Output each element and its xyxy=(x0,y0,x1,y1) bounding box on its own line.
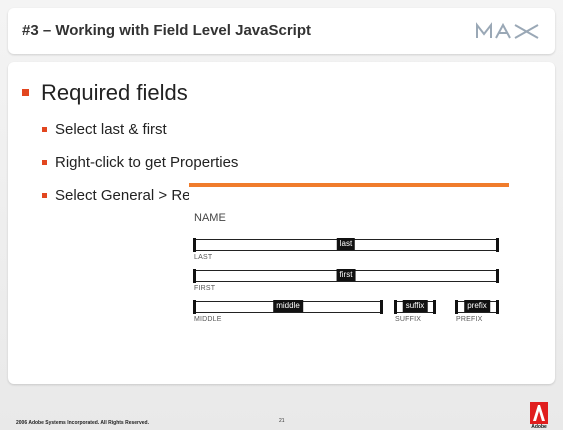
resize-handle[interactable] xyxy=(394,300,397,314)
suffix-field[interactable]: suffix xyxy=(394,300,436,314)
resize-handle[interactable] xyxy=(193,300,196,314)
resize-handle[interactable] xyxy=(193,269,196,283)
field-tag: last xyxy=(336,238,356,250)
slide-content: Required fields Select last & first Righ… xyxy=(8,62,555,384)
slide-title: #3 – Working with Field Level JavaScript xyxy=(22,22,311,39)
slide: #3 – Working with Field Level JavaScript… xyxy=(0,0,563,430)
field-tag: middle xyxy=(273,300,303,312)
last-name-field[interactable]: last xyxy=(193,238,499,252)
adobe-logo-icon xyxy=(530,402,548,424)
resize-handle[interactable] xyxy=(193,238,196,252)
main-bullet-text: Required fields xyxy=(41,80,188,105)
resize-handle[interactable] xyxy=(496,269,499,283)
adobe-wordmark: Adobe xyxy=(531,424,547,430)
page-number: 21 xyxy=(279,418,285,424)
field-caption: SUFFIX xyxy=(395,316,422,323)
middle-name-field[interactable]: middle xyxy=(193,300,383,314)
form-heading: NAME xyxy=(194,212,226,224)
field-tag: prefix xyxy=(464,300,490,312)
max-logo-icon xyxy=(476,22,539,39)
field-tag: first xyxy=(336,269,356,281)
bullet-marker xyxy=(22,88,29,96)
form-designer-preview: NAME last LAST first FIRST middle MIDDLE… xyxy=(189,182,509,352)
main-bullet: Required fields xyxy=(22,80,188,106)
field-caption: LAST xyxy=(194,254,213,261)
sub-bullet: Select last & first xyxy=(42,121,167,138)
slide-header: #3 – Working with Field Level JavaScript xyxy=(8,8,555,54)
field-tag: suffix xyxy=(402,300,428,312)
field-caption: FIRST xyxy=(194,285,216,292)
resize-handle[interactable] xyxy=(380,300,383,314)
first-name-field[interactable]: first xyxy=(193,269,499,283)
resize-handle[interactable] xyxy=(496,300,499,314)
resize-handle[interactable] xyxy=(496,238,499,252)
orange-divider xyxy=(189,183,509,187)
bullet-marker xyxy=(42,159,47,165)
sub-bullet-text: Select last & first xyxy=(55,121,167,138)
resize-handle[interactable] xyxy=(455,300,458,314)
field-caption: PREFIX xyxy=(456,316,483,323)
copyright-text: 2006 Adobe Systems Incorporated. All Rig… xyxy=(16,420,150,426)
field-caption: MIDDLE xyxy=(194,316,222,323)
prefix-field[interactable]: prefix xyxy=(455,300,499,314)
sub-bullet: Right-click to get Properties xyxy=(42,154,238,171)
sub-bullet-text: Right-click to get Properties xyxy=(55,154,239,171)
bullet-marker xyxy=(42,192,47,198)
resize-handle[interactable] xyxy=(433,300,436,314)
bullet-marker xyxy=(42,126,47,132)
